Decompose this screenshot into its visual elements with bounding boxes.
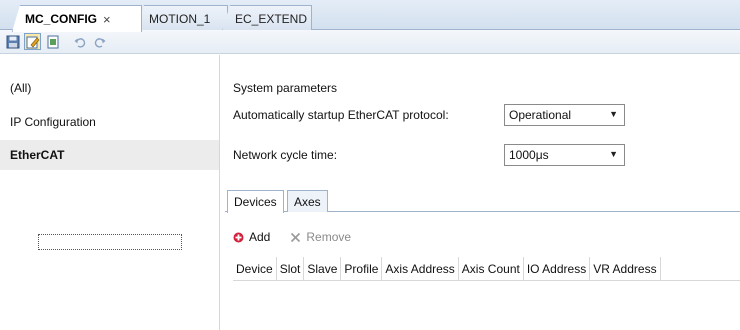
column-header-axis-address[interactable]: Axis Address xyxy=(382,257,459,281)
tab-axes[interactable]: Axes xyxy=(287,190,328,212)
network-cycle-dropdown[interactable]: 1000μs ▼ xyxy=(504,144,625,166)
nav-item-label: (All) xyxy=(10,81,32,95)
auto-startup-row: Automatically startup EtherCAT protocol:… xyxy=(233,104,733,126)
focus-rectangle xyxy=(38,234,182,250)
device-actions: Add Remove xyxy=(233,227,351,247)
auto-startup-label: Automatically startup EtherCAT protocol: xyxy=(233,108,449,122)
devices-grid-body[interactable] xyxy=(233,281,740,330)
save-icon[interactable] xyxy=(4,33,21,50)
column-header-slave[interactable]: Slave xyxy=(304,257,342,281)
add-label: Add xyxy=(249,230,271,244)
tab-label: MC_CONFIG xyxy=(25,12,97,26)
tab-devices[interactable]: Devices xyxy=(227,190,284,213)
remove-icon xyxy=(291,232,301,242)
column-header-profile[interactable]: Profile xyxy=(341,257,383,281)
tab-label: Axes xyxy=(294,194,321,209)
dropdown-arrow-icon: ▼ xyxy=(609,149,618,159)
system-parameters-title: System parameters xyxy=(233,81,338,95)
column-header-device[interactable]: Device xyxy=(233,257,277,281)
document-icon[interactable] xyxy=(44,33,61,50)
column-header-slot[interactable]: Slot xyxy=(277,257,305,281)
tab-label: MOTION_1 xyxy=(149,11,211,26)
tab-ec-extend[interactable]: EC_EXTEND xyxy=(222,5,312,31)
device-tabs: Devices Axes xyxy=(225,190,740,213)
remove-button[interactable]: Remove xyxy=(290,230,351,244)
network-cycle-label: Network cycle time: xyxy=(233,148,338,162)
column-header-vr-address[interactable]: VR Address xyxy=(590,257,661,281)
toolbar xyxy=(0,30,740,54)
tab-motion-1[interactable]: MOTION_1 xyxy=(136,5,228,31)
dropdown-arrow-icon: ▼ xyxy=(609,109,618,119)
tab-mc-config[interactable]: MC_CONFIG × xyxy=(12,5,142,32)
close-icon[interactable]: × xyxy=(103,12,111,27)
category-nav: (All) IP Configuration EtherCAT xyxy=(0,55,220,330)
ethercat-panel: System parameters Automatically startup … xyxy=(221,55,740,330)
undo-icon[interactable] xyxy=(71,33,88,50)
add-icon xyxy=(233,232,244,242)
tab-label: EC_EXTEND xyxy=(235,11,308,26)
editor-tabstrip: MC_CONFIG × MOTION_1 EC_EXTEND xyxy=(0,0,740,32)
nav-item-ethercat[interactable]: EtherCAT xyxy=(0,140,219,170)
dropdown-value: Operational xyxy=(509,108,572,122)
add-button[interactable]: Add xyxy=(233,230,270,244)
tab-label: Devices xyxy=(234,195,277,209)
nav-item-label: EtherCAT xyxy=(10,148,65,162)
dropdown-value: 1000μs xyxy=(509,148,549,162)
column-header-axis-count[interactable]: Axis Count xyxy=(459,257,524,281)
column-header-io-address[interactable]: IO Address xyxy=(524,257,591,281)
network-cycle-row: Network cycle time: 1000μs ▼ xyxy=(233,144,733,166)
nav-item-all[interactable]: (All) xyxy=(0,73,219,103)
devices-grid-header: Device Slot Slave Profile Axis Address A… xyxy=(233,257,740,281)
nav-item-ip-configuration[interactable]: IP Configuration xyxy=(0,107,219,137)
auto-startup-dropdown[interactable]: Operational ▼ xyxy=(504,104,625,126)
edit-icon[interactable] xyxy=(24,33,41,50)
nav-item-label: IP Configuration xyxy=(10,115,96,129)
remove-label: Remove xyxy=(306,230,352,244)
redo-icon[interactable] xyxy=(91,33,108,50)
